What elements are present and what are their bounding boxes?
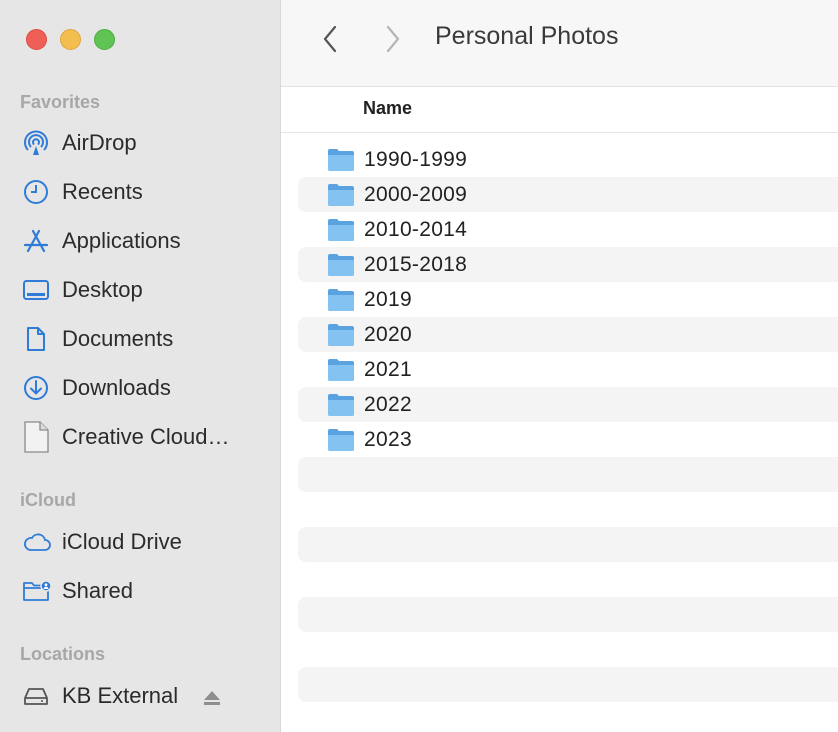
folder-icon bbox=[328, 288, 354, 311]
list-item[interactable]: 2020 bbox=[298, 317, 838, 352]
sidebar-item-kb-external[interactable]: KB External bbox=[22, 679, 262, 713]
generic-file-icon bbox=[22, 421, 52, 453]
column-header: Name bbox=[281, 86, 838, 133]
clock-icon bbox=[22, 177, 52, 207]
column-header-name[interactable]: Name bbox=[363, 98, 412, 119]
folder-name: 2010-2014 bbox=[364, 217, 468, 241]
empty-row bbox=[298, 562, 838, 597]
sidebar-item-label: KB External bbox=[62, 683, 179, 708]
folder-name: 2000-2009 bbox=[364, 182, 468, 206]
forward-button[interactable] bbox=[378, 22, 408, 56]
empty-row bbox=[298, 527, 838, 562]
folder-icon bbox=[328, 183, 354, 206]
sidebar-item-desktop[interactable]: Desktop bbox=[22, 273, 262, 307]
empty-row bbox=[298, 632, 838, 667]
back-button[interactable] bbox=[315, 22, 345, 56]
sidebar-item-label: AirDrop bbox=[62, 130, 137, 155]
list-item[interactable]: 2021 bbox=[298, 352, 838, 387]
list-item[interactable]: 2019 bbox=[298, 282, 838, 317]
sidebar-item-label: Recents bbox=[62, 179, 143, 204]
list-item[interactable]: 1990-1999 bbox=[298, 142, 838, 177]
folder-icon bbox=[328, 358, 354, 381]
folder-name: 2020 bbox=[364, 322, 412, 346]
folder-icon bbox=[328, 218, 354, 241]
folder-icon bbox=[328, 393, 354, 416]
chevron-right-icon bbox=[386, 25, 400, 53]
window-controls bbox=[26, 29, 115, 50]
section-title-icloud: iCloud bbox=[20, 490, 76, 510]
zoom-button[interactable] bbox=[94, 29, 115, 50]
list-item[interactable]: 2015-2018 bbox=[298, 247, 838, 282]
empty-row bbox=[298, 457, 838, 492]
sidebar-item-label: Applications bbox=[62, 228, 181, 253]
document-icon bbox=[22, 324, 52, 354]
airdrop-icon bbox=[22, 128, 52, 158]
sidebar-item-label: Downloads bbox=[62, 375, 171, 400]
sidebar-item-icloud-drive[interactable]: iCloud Drive bbox=[22, 525, 262, 559]
empty-row bbox=[298, 597, 838, 632]
folder-name: 2022 bbox=[364, 392, 412, 416]
list-item[interactable]: 2000-2009 bbox=[298, 177, 838, 212]
eject-icon[interactable] bbox=[202, 687, 222, 713]
folder-icon bbox=[328, 148, 354, 171]
sidebar-item-label: Desktop bbox=[62, 277, 143, 302]
sidebar-item-downloads[interactable]: Downloads bbox=[22, 371, 262, 405]
sidebar-item-shared[interactable]: Shared bbox=[22, 574, 262, 608]
folder-icon bbox=[328, 253, 354, 276]
sidebar-item-label: Shared bbox=[62, 578, 133, 603]
folder-icon bbox=[328, 428, 354, 451]
sidebar-item-creative-cloud[interactable]: Creative Cloud… bbox=[22, 420, 262, 454]
download-icon bbox=[22, 373, 52, 403]
sidebar-item-applications[interactable]: Applications bbox=[22, 224, 262, 258]
empty-row bbox=[298, 492, 838, 527]
external-drive-icon bbox=[22, 681, 52, 711]
file-list: 1990-1999 2000-2009 2010-2014 2015-2018 … bbox=[298, 142, 838, 702]
list-item[interactable]: 2022 bbox=[298, 387, 838, 422]
folder-icon bbox=[328, 323, 354, 346]
list-item[interactable]: 2010-2014 bbox=[298, 212, 838, 247]
sidebar-item-documents[interactable]: Documents bbox=[22, 322, 262, 356]
shared-folder-icon bbox=[22, 576, 52, 606]
applications-icon bbox=[22, 226, 52, 256]
sidebar-item-label: Documents bbox=[62, 326, 174, 351]
section-title-locations: Locations bbox=[20, 644, 106, 664]
sidebar-item-recents[interactable]: Recents bbox=[22, 175, 262, 209]
toolbar: Personal Photos bbox=[281, 0, 838, 87]
chevron-left-icon bbox=[323, 25, 337, 53]
folder-name: 1990-1999 bbox=[364, 147, 468, 171]
close-button[interactable] bbox=[26, 29, 47, 50]
folder-name: 2015-2018 bbox=[364, 252, 468, 276]
list-item[interactable]: 2023 bbox=[298, 422, 838, 457]
section-title-favorites: Favorites bbox=[20, 92, 101, 112]
window-title: Personal Photos bbox=[435, 22, 619, 50]
cloud-icon bbox=[22, 527, 52, 557]
main-content: Personal Photos Name 1990-1999 2000-2009… bbox=[281, 0, 838, 732]
desktop-icon bbox=[22, 275, 52, 305]
minimize-button[interactable] bbox=[60, 29, 81, 50]
empty-row bbox=[298, 667, 838, 702]
sidebar-item-label: Creative Cloud… bbox=[62, 424, 230, 449]
sidebar: Favorites AirDrop Recents Applications D… bbox=[0, 0, 281, 732]
folder-name: 2021 bbox=[364, 357, 412, 381]
sidebar-item-label: iCloud Drive bbox=[62, 529, 182, 554]
folder-name: 2023 bbox=[364, 427, 412, 451]
sidebar-item-airdrop[interactable]: AirDrop bbox=[22, 126, 262, 160]
folder-name: 2019 bbox=[364, 287, 412, 311]
